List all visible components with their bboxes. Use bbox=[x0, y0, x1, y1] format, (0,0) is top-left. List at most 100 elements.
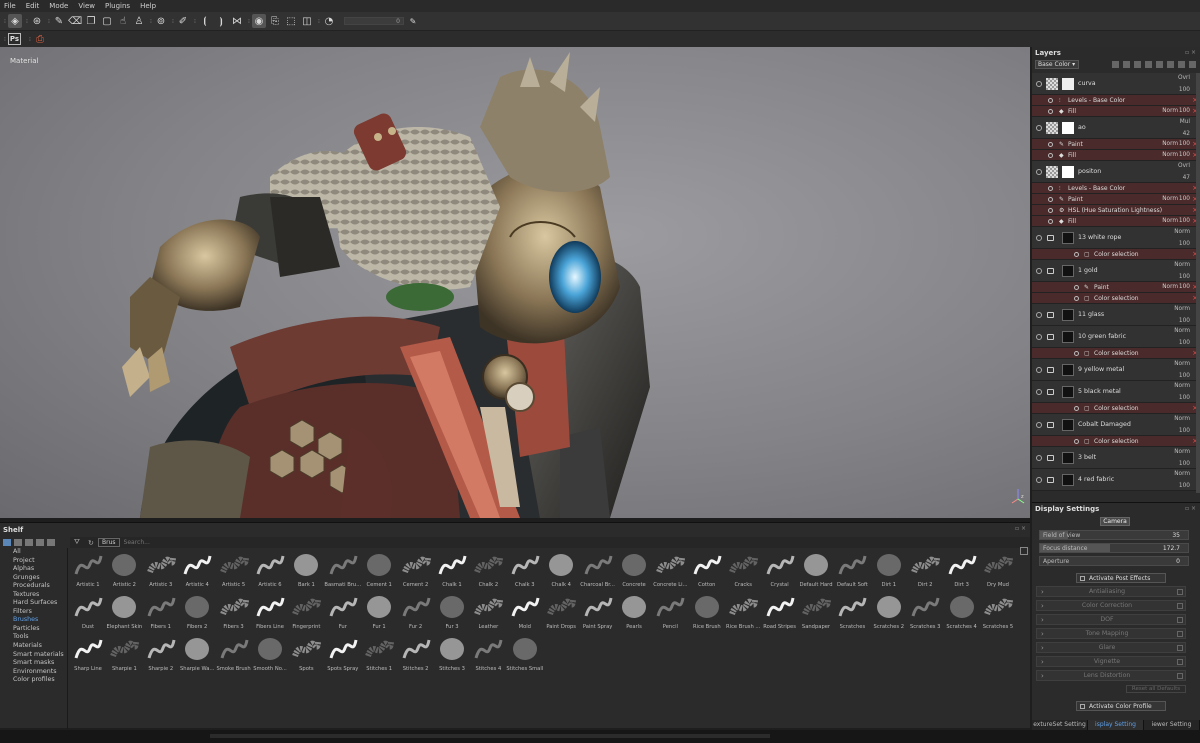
shelf-category-color-profiles[interactable]: Color profiles bbox=[13, 676, 67, 685]
brush-item[interactable]: Scratches 2 bbox=[871, 592, 907, 634]
shelf-category-hard-surfaces[interactable]: Hard Surfaces bbox=[13, 599, 67, 608]
brush-item[interactable]: Chalk 2 bbox=[470, 550, 506, 592]
brush-item[interactable]: Scratches 5 bbox=[980, 592, 1016, 634]
layer-opacity[interactable]: 42 bbox=[1183, 131, 1190, 137]
layer-opacity[interactable]: 100 bbox=[1179, 428, 1190, 434]
shelf-category-textures[interactable]: Textures bbox=[13, 591, 67, 600]
layer-opacity[interactable]: 100 bbox=[1179, 373, 1190, 379]
layer-row[interactable]: curva Ovrl 100 bbox=[1032, 73, 1200, 95]
brush-item[interactable]: Default Soft bbox=[834, 550, 870, 592]
menu-help[interactable]: Help bbox=[140, 2, 156, 10]
brush-item[interactable]: Chalk 1 bbox=[434, 550, 470, 592]
visibility-eye-icon[interactable] bbox=[1036, 421, 1042, 428]
mask-effect-row[interactable]: ▢Color selection× bbox=[1032, 293, 1200, 304]
effect-visibility-icon[interactable] bbox=[1074, 296, 1079, 301]
shelf-category-particles[interactable]: Particles bbox=[13, 625, 67, 634]
add-generator-icon[interactable] bbox=[1134, 61, 1141, 68]
layer-opacity[interactable]: 47 bbox=[1183, 175, 1190, 181]
brush-item[interactable]: Smoke Brush bbox=[216, 634, 252, 676]
section-enable-checkbox[interactable] bbox=[1177, 645, 1183, 651]
layers-scrollbar[interactable] bbox=[1196, 73, 1200, 493]
shelf-search-input[interactable] bbox=[123, 539, 324, 546]
shelf-category-alphas[interactable]: Alphas bbox=[13, 565, 67, 574]
effect-row[interactable]: ✎PaintNorm100× bbox=[1032, 194, 1200, 205]
layer-row[interactable]: 11 glass Norm 100 bbox=[1032, 304, 1200, 326]
effect-opacity[interactable]: 100 bbox=[1179, 218, 1190, 224]
brush-item[interactable]: Artistic 2 bbox=[106, 550, 142, 592]
shelf-category-environments[interactable]: Environments bbox=[13, 668, 67, 677]
brush-item[interactable]: Concrete Li... bbox=[652, 550, 688, 592]
brush-item[interactable]: Fibers 3 bbox=[216, 592, 252, 634]
section-glare[interactable]: › Glare bbox=[1036, 642, 1186, 653]
section-dof[interactable]: › DOF bbox=[1036, 614, 1186, 625]
material-picker-icon[interactable]: ✐ bbox=[176, 14, 190, 28]
menu-view[interactable]: View bbox=[78, 2, 95, 10]
brush-item[interactable]: Cotton bbox=[689, 550, 725, 592]
layer-opacity[interactable]: 100 bbox=[1179, 318, 1190, 324]
brush-item[interactable]: Fur bbox=[325, 592, 361, 634]
layer-opacity[interactable]: 100 bbox=[1179, 395, 1190, 401]
brush-item[interactable]: Pearls bbox=[616, 592, 652, 634]
brush-item[interactable]: Sharpie 1 bbox=[106, 634, 142, 676]
visibility-eye-icon[interactable] bbox=[1036, 366, 1042, 373]
layer-blend-mode[interactable]: Norm bbox=[1174, 449, 1190, 455]
layer-row[interactable]: positon Ovrl 47 bbox=[1032, 161, 1200, 183]
menu-edit[interactable]: Edit bbox=[26, 2, 40, 10]
brush-item[interactable]: Sharp Line bbox=[70, 634, 106, 676]
brush-item[interactable]: Chalk 4 bbox=[543, 550, 579, 592]
reset-filter-icon[interactable]: ↻ bbox=[88, 539, 94, 547]
effect-blend-mode[interactable]: Norm bbox=[1162, 218, 1178, 224]
color-profile-checkbox[interactable] bbox=[1080, 704, 1085, 709]
brush-item[interactable]: Charcoal Br... bbox=[580, 550, 616, 592]
brush-item[interactable]: Artistic 4 bbox=[179, 550, 215, 592]
pen-pressure-icon[interactable]: ✎ bbox=[406, 14, 420, 28]
visibility-eye-icon[interactable] bbox=[1036, 388, 1042, 395]
symmetry-icon[interactable]: ⦗ bbox=[198, 14, 212, 28]
menu-file[interactable]: File bbox=[4, 2, 16, 10]
effect-blend-mode[interactable]: Norm bbox=[1162, 152, 1178, 158]
effect-visibility-icon[interactable] bbox=[1074, 252, 1079, 257]
horizontal-scrollbar[interactable] bbox=[210, 734, 770, 738]
layer-blend-mode[interactable]: Ovrl bbox=[1178, 163, 1190, 169]
brush-item[interactable]: Scratches 4 bbox=[944, 592, 980, 634]
brush-icon[interactable]: ✎ bbox=[52, 14, 66, 28]
brush-item[interactable]: Scratches bbox=[834, 592, 870, 634]
layer-opacity[interactable]: 100 bbox=[1179, 483, 1190, 489]
photoshop-export-icon[interactable]: Ps bbox=[8, 33, 21, 45]
projection-icon[interactable]: ❐ bbox=[84, 14, 98, 28]
brush-item[interactable]: Dirt 3 bbox=[944, 550, 980, 592]
layers-close-icon[interactable]: ▫ × bbox=[1185, 49, 1196, 56]
brush-item[interactable]: Cement 1 bbox=[361, 550, 397, 592]
brush-item[interactable]: Fur 2 bbox=[398, 592, 434, 634]
brush-item[interactable]: Stitches 3 bbox=[434, 634, 470, 676]
project-icon[interactable]: ⊛ bbox=[30, 14, 44, 28]
layer-blend-mode[interactable]: Norm bbox=[1174, 262, 1190, 268]
shelf-view-icon[interactable] bbox=[3, 538, 11, 546]
brush-item[interactable]: Fibers 1 bbox=[143, 592, 179, 634]
effect-visibility-icon[interactable] bbox=[1048, 208, 1053, 213]
brush-item[interactable]: Bark 1 bbox=[288, 550, 324, 592]
effect-visibility-icon[interactable] bbox=[1074, 285, 1079, 290]
polyfill-icon[interactable]: ▢ bbox=[100, 14, 114, 28]
field-of-view-slider[interactable]: Field of view 35 bbox=[1039, 530, 1189, 540]
layer-blend-mode[interactable]: Norm bbox=[1174, 361, 1190, 367]
effect-visibility-icon[interactable] bbox=[1074, 406, 1079, 411]
effect-opacity[interactable]: 100 bbox=[1179, 284, 1190, 290]
effect-row[interactable]: ⫶Levels - Base Color× bbox=[1032, 183, 1200, 194]
shelf-category-project[interactable]: Project bbox=[13, 557, 67, 566]
post-effects-checkbox[interactable] bbox=[1080, 576, 1085, 581]
brush-item[interactable]: Spots bbox=[288, 634, 324, 676]
visibility-eye-icon[interactable] bbox=[1036, 124, 1042, 131]
layout-icon[interactable]: ⋈ bbox=[230, 14, 244, 28]
layer-blend-mode[interactable]: Norm bbox=[1174, 416, 1190, 422]
brush-item[interactable]: Basmati Bru... bbox=[324, 550, 361, 592]
effect-blend-mode[interactable]: Norm bbox=[1162, 141, 1178, 147]
panel-tab[interactable]: iewer Setting bbox=[1144, 720, 1200, 730]
brush-item[interactable]: Cement 2 bbox=[398, 550, 434, 592]
panel-tab[interactable]: isplay Setting bbox=[1088, 720, 1144, 730]
mask-effect-row[interactable]: ▢Color selection× bbox=[1032, 348, 1200, 359]
effect-opacity[interactable]: 100 bbox=[1179, 141, 1190, 147]
3d-viewport[interactable]: Material z bbox=[0, 47, 1030, 518]
effect-opacity[interactable]: 100 bbox=[1179, 108, 1190, 114]
shelf-category-smart-materials[interactable]: Smart materials bbox=[13, 651, 67, 660]
